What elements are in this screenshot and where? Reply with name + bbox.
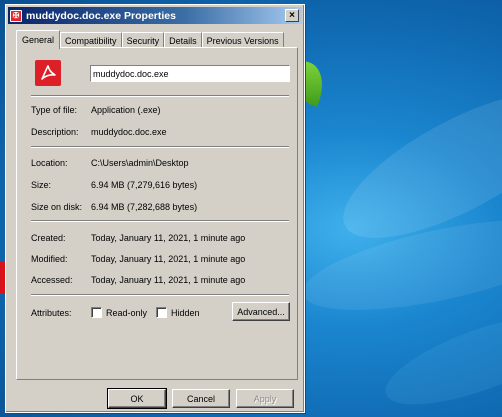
divider [31,146,289,148]
tab-security[interactable]: Security [121,32,165,48]
pdf-file-icon [35,60,61,86]
tab-details[interactable]: Details [164,32,202,48]
size-on-disk-value: 6.94 MB (7,282,688 bytes) [91,202,198,212]
location-label: Location: [31,158,68,168]
divider [31,294,289,296]
accessed-label: Accessed: [31,275,73,285]
cancel-button[interactable]: Cancel [172,389,230,408]
divider [31,95,289,97]
window-title: muddydoc.doc.exe Properties [26,9,176,22]
description-value: muddydoc.doc.exe [91,127,167,137]
hidden-label[interactable]: Hidden [171,307,200,319]
created-value: Today, January 11, 2021, 1 minute ago [91,233,246,243]
tab-previous-versions[interactable]: Previous Versions [201,32,284,48]
file-name-field[interactable] [90,65,290,82]
tab-strip: General Compatibility Security Details P… [16,30,284,49]
size-on-disk-label: Size on disk: [31,202,83,212]
ok-button[interactable]: OK [107,388,167,409]
title-bar[interactable]: ✠ muddydoc.doc.exe Properties × [8,7,302,24]
created-label: Created: [31,233,66,243]
size-label: Size: [31,180,52,190]
description-label: Description: [31,127,79,137]
apply-button[interactable]: Apply [236,389,294,408]
size-value: 6.94 MB (7,279,616 bytes) [91,180,198,190]
modified-value: Today, January 11, 2021, 1 minute ago [91,254,246,264]
properties-dialog: ✠ muddydoc.doc.exe Properties × General … [5,4,305,413]
modified-label: Modified: [31,254,68,264]
hidden-checkbox[interactable] [156,307,167,318]
accessed-value: Today, January 11, 2021, 1 minute ago [91,275,246,285]
advanced-button[interactable]: Advanced... [232,302,290,321]
tab-compatibility[interactable]: Compatibility [60,32,122,48]
acrobat-logo-icon [41,65,56,80]
general-tab-panel: Type of file: Application (.exe) Descrip… [16,47,298,380]
close-button[interactable]: × [285,9,299,22]
read-only-label[interactable]: Read-only [106,307,147,319]
type-value: Application (.exe) [91,105,161,115]
pdf-app-icon: ✠ [10,9,22,22]
type-label: Type of file: [31,105,78,115]
attributes-label: Attributes: [31,308,72,318]
tab-general[interactable]: General [16,30,61,49]
location-value: C:\Users\admin\Desktop [91,158,189,168]
divider [31,220,289,222]
read-only-checkbox[interactable] [91,307,102,318]
close-icon: × [289,9,295,21]
